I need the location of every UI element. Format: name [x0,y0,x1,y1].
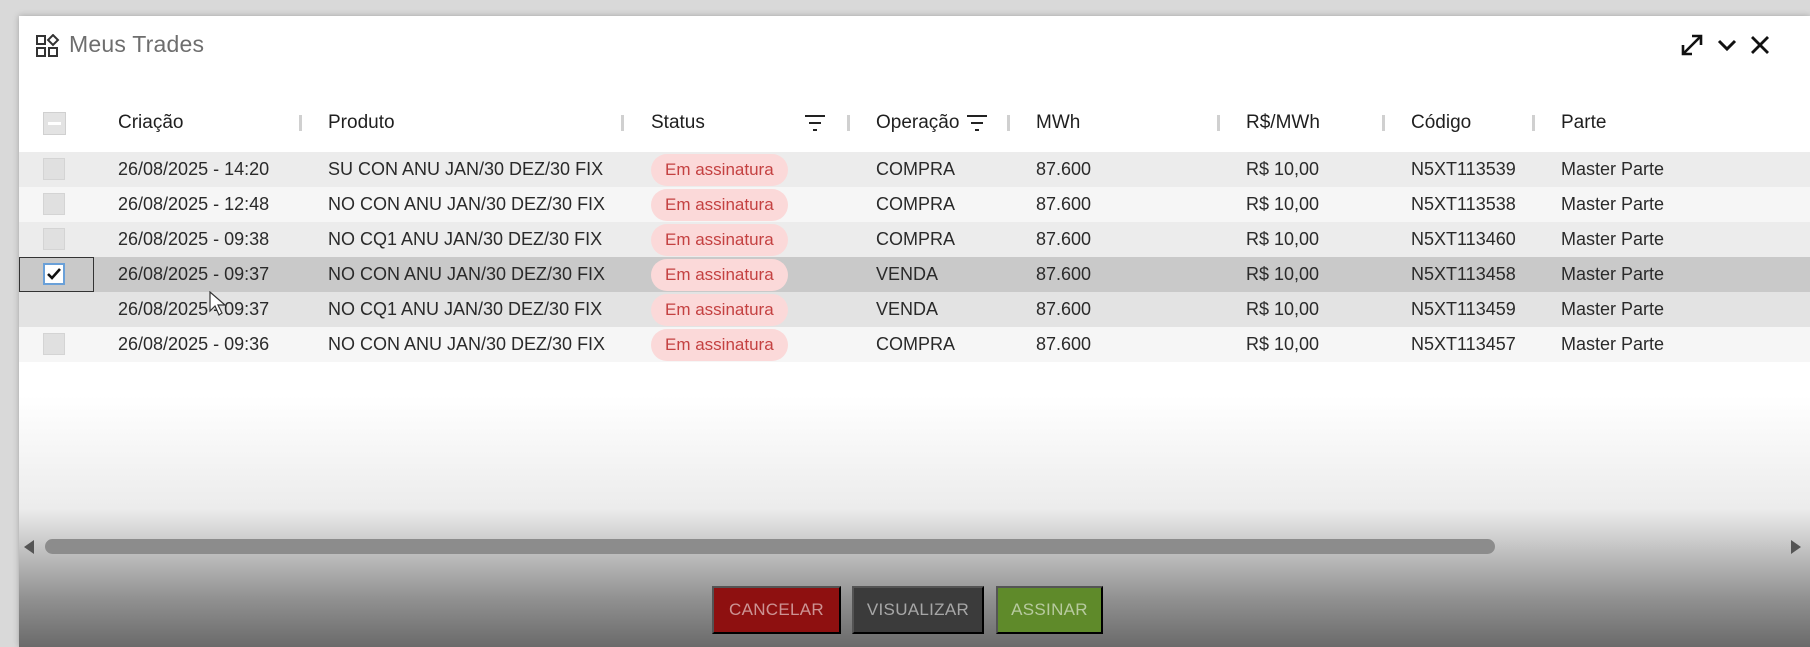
column-resize-handle[interactable] [1532,115,1535,131]
table-row[interactable]: 26/08/2025 - 14:20 SU CON ANU JAN/30 DEZ… [19,152,1810,187]
table-row[interactable]: 26/08/2025 - 12:48 NO CON ANU JAN/30 DEZ… [19,187,1810,222]
operacao-filter-icon[interactable] [966,114,988,132]
column-header-operacao[interactable]: Operação [876,94,959,152]
cell-codigo: N5XT113539 [1411,159,1516,179]
window-title: Meus Trades [69,31,205,57]
cell-parte: Master Parte [1561,299,1665,319]
cell-mwh: 87.600 [1036,264,1092,284]
status-badge: Em assinatura [651,153,788,186]
column-resize-handle[interactable] [1007,115,1010,131]
cell-mwh: 87.600 [1036,334,1092,354]
row-checkbox[interactable] [43,333,65,355]
column-resize-handle[interactable] [847,115,850,131]
chevron-down-icon[interactable] [1712,30,1742,60]
table-header: Criação Produto Status Operação MWh R$/M… [19,94,1810,152]
view-button[interactable]: VISUALIZAR [852,586,984,634]
cell-produto: NO CON ANU JAN/30 DEZ/30 FIX [328,334,606,354]
cell-produto: NO CON ANU JAN/30 DEZ/30 FIX [328,264,606,284]
cell-codigo: N5XT113459 [1411,299,1516,319]
column-header-preco[interactable]: R$/MWh [1246,94,1320,152]
cell-codigo: N5XT113538 [1411,194,1516,214]
cell-criacao: 26/08/2025 - 09:36 [118,334,270,354]
status-filter-icon[interactable] [804,114,826,132]
cell-operacao: VENDA [876,299,939,319]
close-icon[interactable] [1745,30,1775,60]
status-badge: Em assinatura [651,328,788,361]
cell-mwh: 87.600 [1036,299,1092,319]
cell-produto: NO CQ1 ANU JAN/30 DEZ/30 FIX [328,299,603,319]
cell-codigo: N5XT113460 [1411,229,1516,249]
status-badge: Em assinatura [651,188,788,221]
table-row[interactable]: 26/08/2025 - 09:37 NO CQ1 ANU JAN/30 DEZ… [19,292,1810,327]
status-badge: Em assinatura [651,223,788,256]
column-resize-handle[interactable] [299,115,302,131]
widgets-icon [36,33,60,58]
cell-operacao: COMPRA [876,159,956,179]
cell-preco: R$ 10,00 [1246,299,1320,319]
select-all-checkbox[interactable] [43,112,66,135]
row-checkbox[interactable] [43,193,65,215]
cell-criacao: 26/08/2025 - 14:20 [118,159,270,179]
cell-preco: R$ 10,00 [1246,194,1320,214]
trades-window: Meus Trades Criação Produto Status Opera… [19,16,1810,647]
cell-criacao: 26/08/2025 - 12:48 [118,194,270,214]
column-header-criacao[interactable]: Criação [118,94,183,152]
scroll-right-icon[interactable] [1791,540,1801,554]
column-header-produto[interactable]: Produto [328,94,395,152]
column-resize-handle[interactable] [1382,115,1385,131]
cell-mwh: 87.600 [1036,194,1092,214]
cell-preco: R$ 10,00 [1246,264,1320,284]
cell-produto: NO CQ1 ANU JAN/30 DEZ/30 FIX [328,229,603,249]
cell-operacao: COMPRA [876,194,956,214]
cell-parte: Master Parte [1561,334,1665,354]
window-titlebar: Meus Trades [19,16,1810,74]
cell-parte: Master Parte [1561,159,1665,179]
cell-operacao: VENDA [876,264,939,284]
column-header-parte[interactable]: Parte [1561,94,1606,152]
cell-produto: NO CON ANU JAN/30 DEZ/30 FIX [328,194,606,214]
expand-icon[interactable] [1677,30,1707,60]
cell-codigo: N5XT113458 [1411,264,1516,284]
column-header-mwh[interactable]: MWh [1036,94,1080,152]
horizontal-scrollbar[interactable] [19,536,1810,556]
column-resize-handle[interactable] [1217,115,1220,131]
cell-operacao: COMPRA [876,334,956,354]
cell-criacao: 26/08/2025 - 09:37 [118,264,270,284]
cell-parte: Master Parte [1561,264,1665,284]
cell-parte: Master Parte [1561,194,1665,214]
cancel-button[interactable]: CANCELAR [712,586,841,634]
cell-codigo: N5XT113457 [1411,334,1516,354]
row-checkbox[interactable] [43,158,65,180]
cell-preco: R$ 10,00 [1246,159,1320,179]
sign-button[interactable]: ASSINAR [996,586,1103,634]
cell-parte: Master Parte [1561,229,1665,249]
cell-produto: SU CON ANU JAN/30 DEZ/30 FIX [328,159,604,179]
scrollbar-thumb[interactable] [45,539,1495,554]
dialog-footer: CANCELAR VISUALIZAR ASSINAR [19,586,1810,636]
cell-mwh: 87.600 [1036,159,1092,179]
cell-operacao: COMPRA [876,229,956,249]
mouse-pointer-icon [209,290,227,317]
row-checkbox[interactable] [43,228,65,250]
cell-preco: R$ 10,00 [1246,229,1320,249]
column-header-codigo[interactable]: Código [1411,94,1471,152]
table-row[interactable]: 26/08/2025 - 09:36 NO CON ANU JAN/30 DEZ… [19,327,1810,362]
cell-preco: R$ 10,00 [1246,334,1320,354]
trades-table: Criação Produto Status Operação MWh R$/M… [19,94,1810,544]
column-resize-handle[interactable] [621,115,624,131]
row-checkbox-checked[interactable] [43,263,65,285]
cell-mwh: 87.600 [1036,229,1092,249]
scroll-left-icon[interactable] [24,540,34,554]
table-row-selected[interactable]: 26/08/2025 - 09:37 NO CON ANU JAN/30 DEZ… [19,257,1810,292]
status-badge: Em assinatura [651,293,788,326]
column-header-status[interactable]: Status [651,94,705,152]
checkmark-icon [47,268,61,280]
table-row[interactable]: 26/08/2025 - 09:38 NO CQ1 ANU JAN/30 DEZ… [19,222,1810,257]
status-badge: Em assinatura [651,258,788,291]
cell-criacao: 26/08/2025 - 09:38 [118,229,270,249]
cell-criacao: 26/08/2025 - 09:37 [118,299,270,319]
